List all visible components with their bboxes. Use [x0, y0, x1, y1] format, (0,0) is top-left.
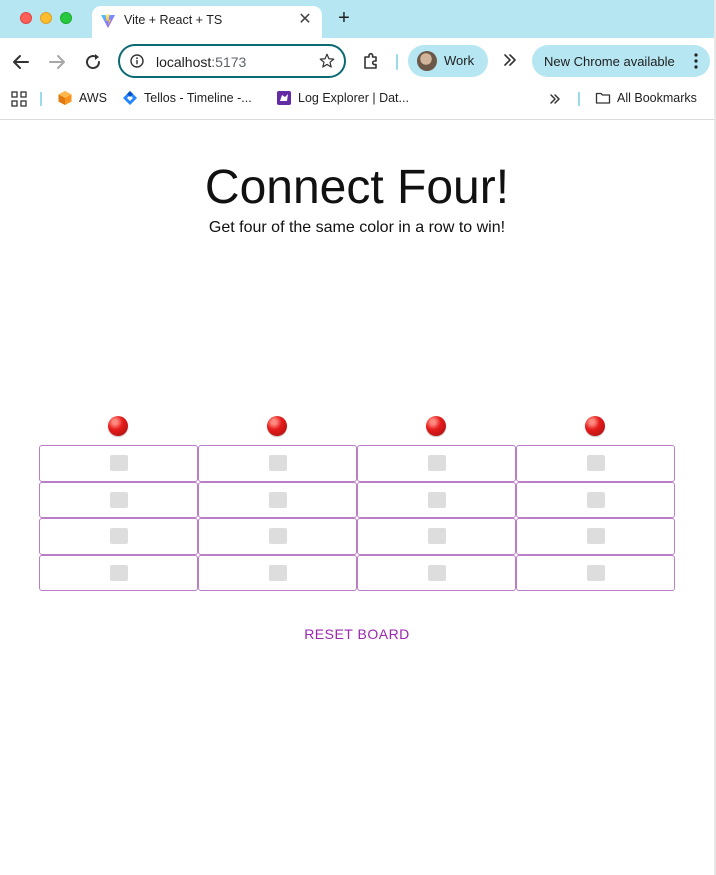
empty-slot: [428, 528, 446, 544]
board-cell[interactable]: [198, 554, 357, 591]
datadog-icon: [277, 91, 291, 105]
board-cell[interactable]: [39, 481, 198, 518]
all-bookmarks-button[interactable]: All Bookmarks: [595, 90, 697, 108]
empty-slot: [269, 455, 287, 471]
vite-icon: [101, 14, 115, 28]
board-cell[interactable]: [39, 554, 198, 591]
toolbar-divider: [396, 54, 398, 70]
empty-slot: [428, 491, 446, 508]
aws-icon: [58, 91, 72, 105]
board-cell[interactable]: [516, 445, 675, 482]
address-bar[interactable]: localhost:5173: [118, 44, 346, 78]
board-cell[interactable]: [516, 481, 675, 518]
avatar: [417, 51, 437, 71]
drop-piece-column-2[interactable]: [267, 416, 287, 436]
bookmark-label: AWS: [79, 91, 108, 105]
empty-slot: [110, 491, 128, 508]
empty-slot: [587, 491, 605, 508]
folder-icon: [595, 92, 611, 104]
drop-piece-column-3[interactable]: [426, 416, 446, 436]
bookmark-star-icon[interactable]: [318, 52, 336, 70]
chevron-double-right-icon[interactable]: [548, 92, 562, 106]
empty-slot: [587, 455, 605, 471]
empty-slot: [269, 528, 287, 544]
board-cell[interactable]: [198, 481, 357, 518]
new-tab-button[interactable]: +: [334, 8, 354, 28]
bookmark-label: Tellos - Timeline -...: [144, 91, 252, 105]
site-info-icon[interactable]: [130, 54, 144, 68]
url-host: localhost: [156, 54, 212, 70]
reload-icon[interactable]: [81, 50, 105, 74]
chevron-double-right-icon[interactable]: [500, 50, 520, 70]
board-cell[interactable]: [39, 445, 198, 482]
empty-slot: [269, 491, 287, 508]
empty-slot: [110, 564, 128, 581]
game-board: [39, 445, 675, 591]
board-cell[interactable]: [357, 445, 516, 482]
url-port: :5173: [211, 54, 247, 70]
drop-piece-column-4[interactable]: [585, 416, 605, 436]
page-title: Connect Four!: [204, 161, 510, 214]
bookmarks-divider: [40, 92, 42, 106]
url-text[interactable]: localhost:5173: [156, 54, 246, 70]
board-cell[interactable]: [357, 481, 516, 518]
empty-slot: [428, 564, 446, 581]
board-cell[interactable]: [516, 518, 675, 555]
bookmark-aws[interactable]: AWS: [57, 90, 107, 108]
empty-slot: [110, 455, 128, 471]
close-tab-icon[interactable]: ✕: [296, 11, 314, 29]
update-chrome-button[interactable]: New Chrome available: [532, 45, 710, 77]
page-content: Connect Four! Get four of the same color…: [0, 120, 716, 875]
maximize-window-button[interactable]: [60, 12, 72, 24]
reset-board-button[interactable]: RESET BOARD: [290, 623, 424, 645]
page-subtitle: Get four of the same color in a row to w…: [208, 219, 506, 236]
browser-tab-active[interactable]: Vite + React + TS ✕: [92, 6, 322, 38]
more-menu-icon[interactable]: [694, 53, 698, 69]
forward-arrow-icon[interactable]: [45, 50, 69, 74]
browser-titlebar: Vite + React + TS ✕ +: [0, 0, 716, 38]
drop-button-row: [39, 416, 675, 438]
apps-grid-icon[interactable]: [11, 91, 27, 107]
bookmark-tellos-timeline[interactable]: Tellos - Timeline -...: [122, 90, 252, 108]
drop-piece-column-1[interactable]: [108, 416, 128, 436]
tab-title: Vite + React + TS: [124, 13, 223, 27]
board-cell[interactable]: [516, 554, 675, 591]
profile-button[interactable]: Work: [408, 45, 488, 77]
jira-icon: [123, 91, 137, 105]
browser-toolbar: localhost:5173 Work New Chrome available: [0, 38, 716, 86]
board-cell[interactable]: [39, 518, 198, 555]
profile-label: Work: [444, 53, 475, 68]
board-cell[interactable]: [198, 518, 357, 555]
empty-slot: [428, 455, 446, 471]
board-cell[interactable]: [198, 445, 357, 482]
all-bookmarks-label: All Bookmarks: [617, 91, 697, 105]
empty-slot: [269, 564, 287, 581]
empty-slot: [110, 528, 128, 544]
board-cell[interactable]: [357, 554, 516, 591]
back-arrow-icon[interactable]: [9, 50, 33, 74]
bookmark-log-explorer[interactable]: Log Explorer | Dat...: [276, 90, 409, 108]
bookmarks-bar: AWS Tellos - Timeline -... Log Explorer …: [0, 86, 716, 112]
minimize-window-button[interactable]: [40, 12, 52, 24]
empty-slot: [587, 564, 605, 581]
close-window-button[interactable]: [20, 12, 32, 24]
board-cell[interactable]: [357, 518, 516, 555]
bookmark-label: Log Explorer | Dat...: [298, 91, 409, 105]
bookmarks-divider: [578, 92, 580, 106]
extensions-puzzle-icon[interactable]: [361, 51, 381, 71]
empty-slot: [587, 528, 605, 544]
update-chrome-label: New Chrome available: [544, 54, 675, 69]
